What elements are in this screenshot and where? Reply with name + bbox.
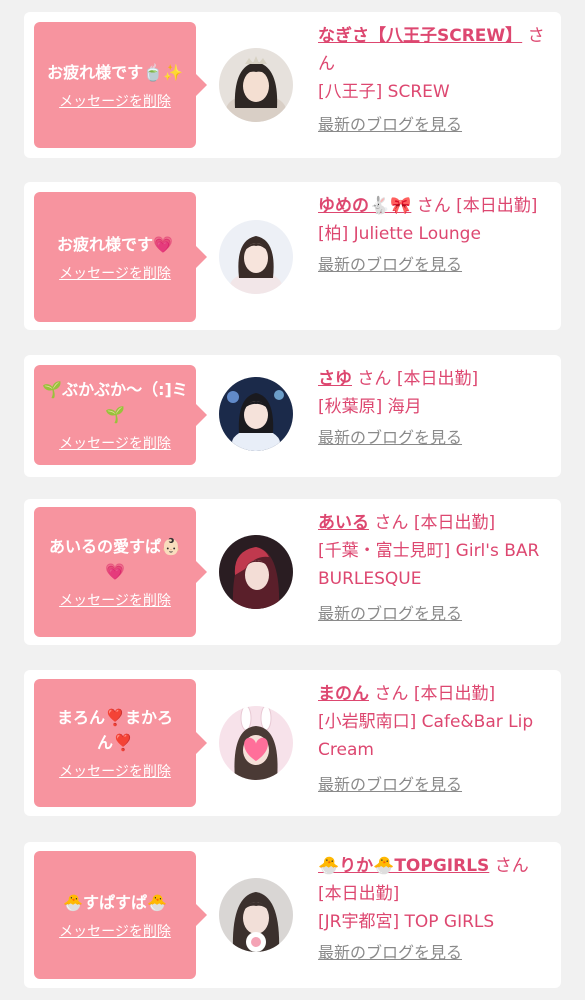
latest-blog-link[interactable]: 最新のブログを見る (318, 942, 552, 964)
avatar[interactable] (219, 377, 293, 451)
message-text: あいるの愛すぱ👶🏻💗 (49, 537, 181, 581)
profile-name-link[interactable]: まのん (318, 684, 369, 704)
honorific: さん (357, 369, 392, 389)
profile-info: なぎさ【八王子SCREW】 さん [八王子] SCREW 最新のブログを見る (318, 22, 552, 136)
profile-name-link[interactable]: あいる (318, 513, 369, 533)
message-bubble: お疲れ様です🍵✨ メッセージを削除 (34, 22, 207, 148)
shop-name: [秋葉原] 海月 (318, 397, 422, 417)
avatar[interactable] (219, 48, 293, 122)
avatar[interactable] (219, 535, 293, 609)
status-label: [本日出勤] (396, 369, 479, 389)
status-label: [本日出勤] (318, 884, 400, 904)
message-card: 🐣すぱすぱ🐣 メッセージを削除 🐣りか🐣TOPGIRLS さん [本日出勤] [… (24, 842, 561, 988)
message-bubble: まろん❣️まかろん❣️ メッセージを削除 (34, 679, 207, 807)
avatar[interactable] (219, 220, 293, 294)
message-bubble: 🌱ぶかぶか〜（:]ミ🌱 メッセージを削除 (34, 365, 207, 465)
message-card: 🌱ぶかぶか〜（:]ミ🌱 メッセージを削除 さゆ さん [本日出勤] [秋葉原] … (24, 355, 561, 477)
latest-blog-link[interactable]: 最新のブログを見る (318, 427, 552, 449)
latest-blog-link[interactable]: 最新のブログを見る (318, 774, 552, 796)
woman-portrait-icon (219, 535, 293, 609)
shop-name: [千葉・富士見町] Girl's BAR BURLESQUE (318, 541, 540, 589)
latest-blog-link[interactable]: 最新のブログを見る (318, 254, 552, 276)
profile-info: さゆ さん [本日出勤] [秋葉原] 海月 最新のブログを見る (318, 365, 552, 449)
message-card: お疲れ様です💗 メッセージを削除 ゆめの🐇🎀 さん [本日出勤] [柏] Jul… (24, 182, 561, 330)
profile-name-link[interactable]: なぎさ【八王子SCREW】 (318, 26, 522, 46)
delete-message-link[interactable]: メッセージを削除 (59, 592, 171, 610)
message-text: 🌱ぶかぶか〜（:]ミ🌱 (42, 380, 188, 424)
shop-name: [小岩駅南口] Cafe&Bar Lip Cream (318, 712, 534, 760)
woman-portrait-icon (219, 48, 293, 122)
profile-name-link[interactable]: さゆ (318, 369, 352, 389)
woman-portrait-icon (219, 220, 293, 294)
message-list: お疲れ様です🍵✨ メッセージを削除 なぎさ【八王子SCREW】 さん [八王子]… (0, 0, 585, 1000)
delete-message-link[interactable]: メッセージを削除 (59, 265, 171, 283)
message-bubble: あいるの愛すぱ👶🏻💗 メッセージを削除 (34, 507, 207, 637)
honorific: さん (374, 684, 409, 704)
woman-portrait-icon (219, 377, 293, 451)
shop-name: [JR宇都宮] TOP GIRLS (318, 912, 495, 932)
avatar[interactable] (219, 706, 293, 780)
profile-name-link[interactable]: 🐣りか🐣TOPGIRLS (318, 856, 489, 876)
profile-info: ゆめの🐇🎀 さん [本日出勤] [柏] Juliette Lounge 最新のブ… (318, 192, 552, 276)
woman-portrait-icon (219, 878, 293, 952)
delete-message-link[interactable]: メッセージを削除 (59, 763, 171, 781)
status-label: [本日出勤] (456, 196, 538, 216)
message-text: まろん❣️まかろん❣️ (57, 708, 173, 752)
profile-name-link[interactable]: ゆめの🐇🎀 (318, 196, 411, 216)
avatar[interactable] (219, 878, 293, 952)
message-text: お疲れ様です🍵✨ (47, 62, 183, 82)
latest-blog-link[interactable]: 最新のブログを見る (318, 114, 552, 136)
status-label: [本日出勤] (413, 513, 496, 533)
message-text: お疲れ様です💗 (57, 234, 173, 254)
message-bubble: 🐣すぱすぱ🐣 メッセージを削除 (34, 851, 207, 979)
delete-message-link[interactable]: メッセージを削除 (59, 923, 171, 941)
profile-info: まのん さん [本日出勤] [小岩駅南口] Cafe&Bar Lip Cream… (318, 680, 552, 796)
latest-blog-link[interactable]: 最新のブログを見る (318, 603, 552, 625)
shop-name: [八王子] SCREW (318, 82, 450, 102)
message-text: 🐣すぱすぱ🐣 (63, 892, 167, 912)
message-card: まろん❣️まかろん❣️ メッセージを削除 まのん さん [本日出勤] [小岩駅南… (24, 670, 561, 816)
honorific: さん (494, 856, 529, 876)
message-card: あいるの愛すぱ👶🏻💗 メッセージを削除 あいる さん [本日出勤] [千葉・富士… (24, 499, 561, 645)
profile-info: 🐣りか🐣TOPGIRLS さん [本日出勤] [JR宇都宮] TOP GIRLS… (318, 852, 552, 964)
message-bubble: お疲れ様です💗 メッセージを削除 (34, 192, 207, 322)
delete-message-link[interactable]: メッセージを削除 (59, 93, 171, 111)
message-card: お疲れ様です🍵✨ メッセージを削除 なぎさ【八王子SCREW】 さん [八王子]… (24, 12, 561, 158)
heart-face-portrait-icon (219, 706, 293, 780)
shop-name: [柏] Juliette Lounge (318, 224, 481, 244)
status-label: [本日出勤] (413, 684, 496, 704)
profile-info: あいる さん [本日出勤] [千葉・富士見町] Girl's BAR BURLE… (318, 509, 552, 625)
honorific: さん (374, 513, 409, 533)
honorific: さん (416, 196, 451, 216)
delete-message-link[interactable]: メッセージを削除 (59, 435, 171, 453)
